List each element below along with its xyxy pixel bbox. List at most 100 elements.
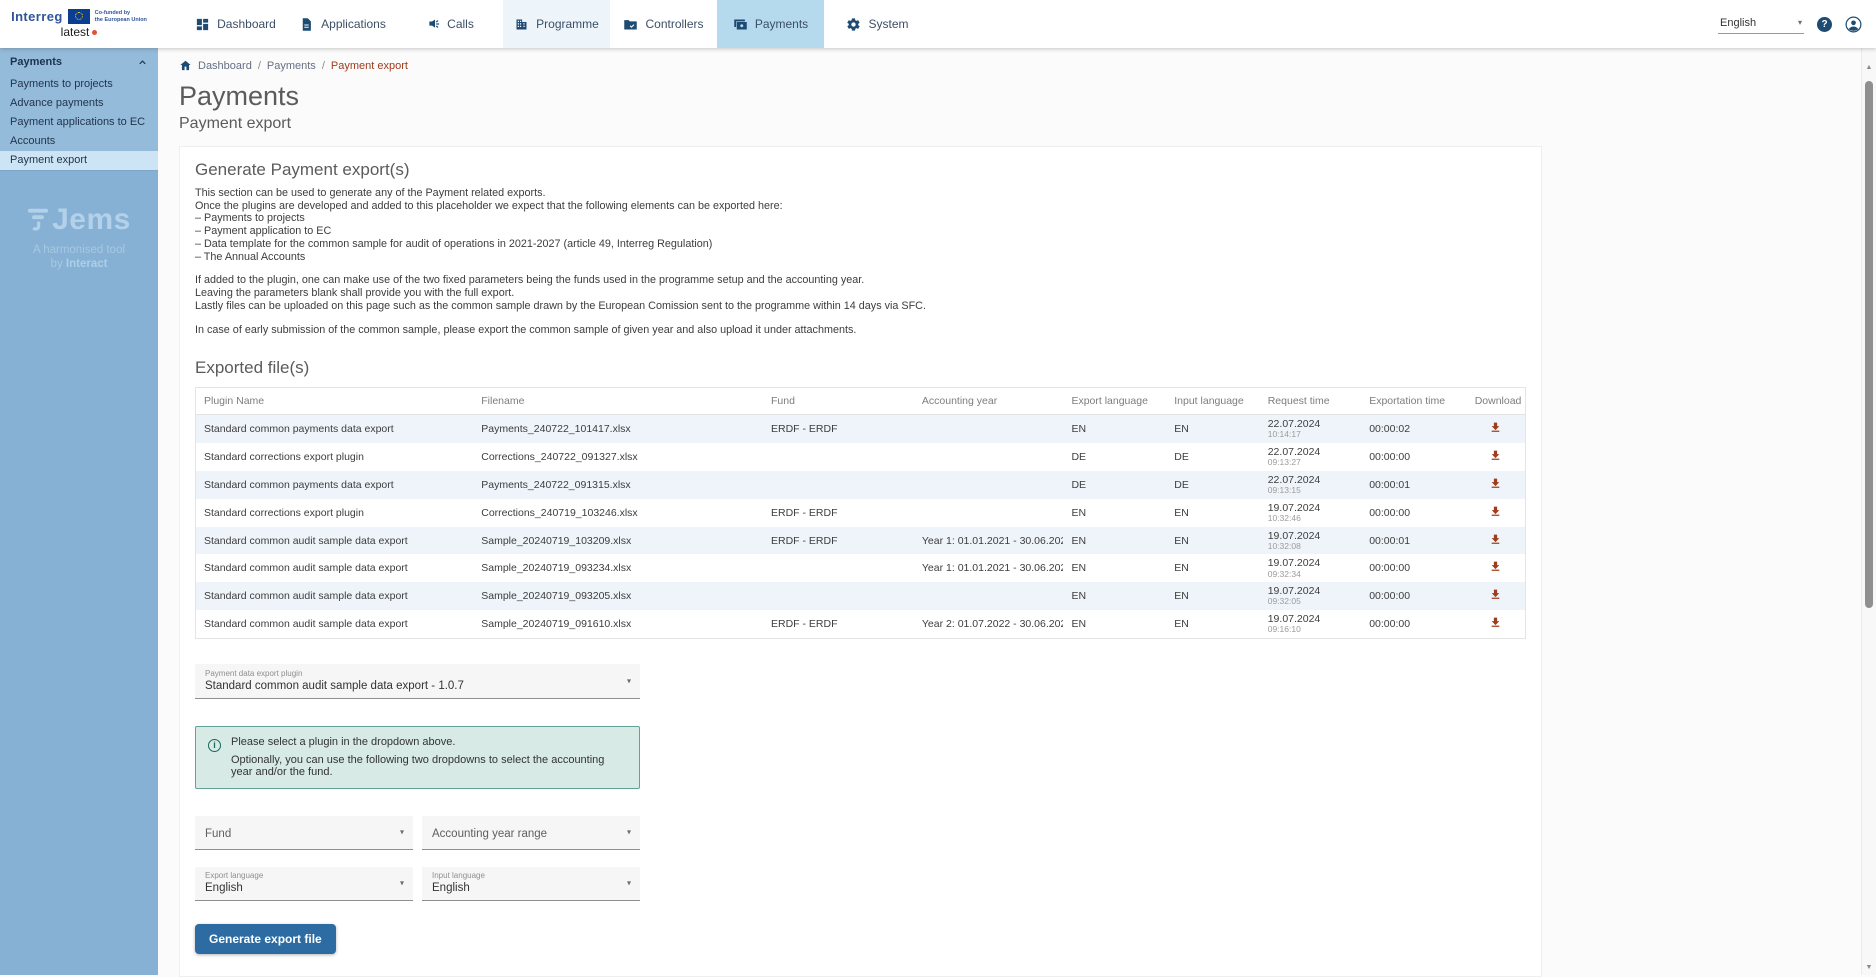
header-actions: English ▾ ?	[1718, 0, 1876, 48]
cell-request-time: 19.07.2024 09:32:05	[1260, 582, 1361, 610]
cell-request-time: 19.07.2024 10:32:46	[1260, 499, 1361, 527]
cell-fund: ERDF - ERDF	[763, 527, 914, 555]
exported-files-body: Standard common payments data export Pay…	[196, 415, 1526, 639]
generate-export-file-button[interactable]: Generate export file	[195, 924, 336, 954]
sidebar-section-payments[interactable]: Payments	[0, 48, 158, 75]
cell-filename: Sample_20240719_091610.xlsx	[473, 610, 763, 638]
export-language-select[interactable]: Export language English ▾	[195, 867, 413, 901]
nav-system[interactable]: System	[824, 0, 931, 48]
cell-download	[1467, 471, 1526, 499]
download-icon[interactable]	[1489, 533, 1502, 546]
cell-request-time: 19.07.2024 09:16:10	[1260, 610, 1361, 638]
generate-section-heading: Generate Payment export(s)	[195, 160, 1526, 180]
table-row: Standard common audit sample data export…	[196, 527, 1526, 555]
chevron-down-icon: ▾	[627, 879, 631, 888]
cell-exportation-time: 00:00:01	[1361, 527, 1466, 555]
cell-accounting-year	[914, 499, 1064, 527]
cell-filename: Payments_240722_091315.xlsx	[473, 471, 763, 499]
cell-accounting-year: Year 1: 01.01.2021 - 30.06.2022	[914, 527, 1064, 555]
plugin-select[interactable]: Payment data export plugin Standard comm…	[195, 664, 640, 699]
download-icon[interactable]	[1489, 449, 1502, 462]
cell-fund: ERDF - ERDF	[763, 415, 914, 443]
table-row: Standard common payments data export Pay…	[196, 471, 1526, 499]
cell-filename: Payments_240722_101417.xlsx	[473, 415, 763, 443]
filters-row: Fund ▾ Accounting year range ▾	[195, 816, 1526, 850]
info-icon: i	[208, 739, 221, 752]
home-icon[interactable]	[179, 59, 192, 72]
scrollbar-thumb[interactable]	[1865, 81, 1873, 608]
cell-input-language: DE	[1166, 443, 1259, 471]
cell-export-language: EN	[1063, 499, 1166, 527]
help-icon[interactable]: ?	[1817, 17, 1832, 32]
cofunded-label: Co-funded by the European Union	[95, 10, 147, 23]
exported-files-table: Plugin Name Filename Fund Accounting yea…	[195, 387, 1526, 639]
nav-applications[interactable]: Applications	[289, 0, 396, 48]
accounting-year-select[interactable]: Accounting year range ▾	[422, 816, 640, 850]
applications-icon	[299, 17, 314, 32]
cell-request-time: 19.07.2024 09:32:34	[1260, 554, 1361, 582]
sidebar-item-payment-export[interactable]: Payment export	[0, 151, 158, 170]
breadcrumb-payments[interactable]: Payments	[267, 60, 316, 72]
nav-programme[interactable]: Programme	[503, 0, 610, 48]
download-icon[interactable]	[1489, 477, 1502, 490]
cell-fund	[763, 443, 914, 471]
generate-section-text-1: This section can be used to generate any…	[195, 187, 1526, 263]
breadcrumb-dashboard[interactable]: Dashboard	[198, 60, 252, 72]
download-icon[interactable]	[1489, 421, 1502, 434]
cell-fund	[763, 554, 914, 582]
scrollbar-up-arrow[interactable]: ▲	[1862, 64, 1876, 71]
download-icon[interactable]	[1489, 505, 1502, 518]
nav-controllers[interactable]: Controllers	[610, 0, 717, 48]
nav-payments[interactable]: Payments	[717, 0, 824, 48]
sidebar-item-payment-applications-to-ec[interactable]: Payment applications to EC	[0, 113, 158, 132]
download-icon[interactable]	[1489, 560, 1502, 573]
version-label: latest	[61, 25, 98, 39]
cell-request-time: 22.07.2024 09:13:27	[1260, 443, 1361, 471]
fund-select[interactable]: Fund ▾	[195, 816, 413, 850]
cell-filename: Corrections_240719_103246.xlsx	[473, 499, 763, 527]
col-download: Download	[1467, 388, 1526, 415]
version-dot	[92, 30, 97, 35]
table-row: Standard common audit sample data export…	[196, 610, 1526, 638]
nav-calls[interactable]: Calls	[396, 0, 503, 48]
col-request-time: Request time	[1260, 388, 1361, 415]
cell-request-time: 22.07.2024 10:14:17	[1260, 415, 1361, 443]
cell-fund: ERDF - ERDF	[763, 610, 914, 638]
chevron-down-icon: ▾	[400, 879, 404, 888]
table-row: Standard corrections export plugin Corre…	[196, 499, 1526, 527]
chevron-down-icon: ▾	[627, 828, 631, 837]
jems-tagline: A harmonised tool	[0, 244, 158, 256]
vertical-scrollbar: ▲ ▼	[1861, 48, 1876, 975]
language-select[interactable]: English ▾	[1718, 15, 1804, 34]
cell-download	[1467, 443, 1526, 471]
cell-input-language: EN	[1166, 527, 1259, 555]
account-icon[interactable]	[1845, 16, 1862, 33]
jems-byline: by Interact	[0, 258, 158, 270]
cell-filename: Sample_20240719_093205.xlsx	[473, 582, 763, 610]
cell-exportation-time: 00:00:00	[1361, 582, 1466, 610]
col-export-language: Export language	[1063, 388, 1166, 415]
sidebar-item-accounts[interactable]: Accounts	[0, 132, 158, 151]
cell-input-language: EN	[1166, 554, 1259, 582]
download-icon[interactable]	[1489, 616, 1502, 629]
chevron-up-icon	[137, 57, 148, 68]
cell-fund	[763, 471, 914, 499]
col-exportation-time: Exportation time	[1361, 388, 1466, 415]
cell-exportation-time: 00:00:00	[1361, 554, 1466, 582]
chevron-down-icon: ▾	[627, 676, 631, 685]
cell-accounting-year	[914, 443, 1064, 471]
breadcrumb-payment-export: Payment export	[331, 60, 408, 72]
sidebar-item-payments-to-projects[interactable]: Payments to projects	[0, 75, 158, 94]
eu-flag-icon	[68, 9, 90, 24]
sidebar-item-advance-payments[interactable]: Advance payments	[0, 94, 158, 113]
cell-download	[1467, 554, 1526, 582]
cell-export-language: DE	[1063, 443, 1166, 471]
cell-input-language: EN	[1166, 415, 1259, 443]
scrollbar-down-arrow[interactable]: ▼	[1862, 964, 1876, 971]
download-icon[interactable]	[1489, 588, 1502, 601]
input-language-select[interactable]: Input language English ▾	[422, 867, 640, 901]
table-row: Standard corrections export plugin Corre…	[196, 443, 1526, 471]
table-row: Standard common payments data export Pay…	[196, 415, 1526, 443]
nav-dashboard[interactable]: Dashboard	[182, 0, 289, 48]
cell-input-language: EN	[1166, 610, 1259, 638]
